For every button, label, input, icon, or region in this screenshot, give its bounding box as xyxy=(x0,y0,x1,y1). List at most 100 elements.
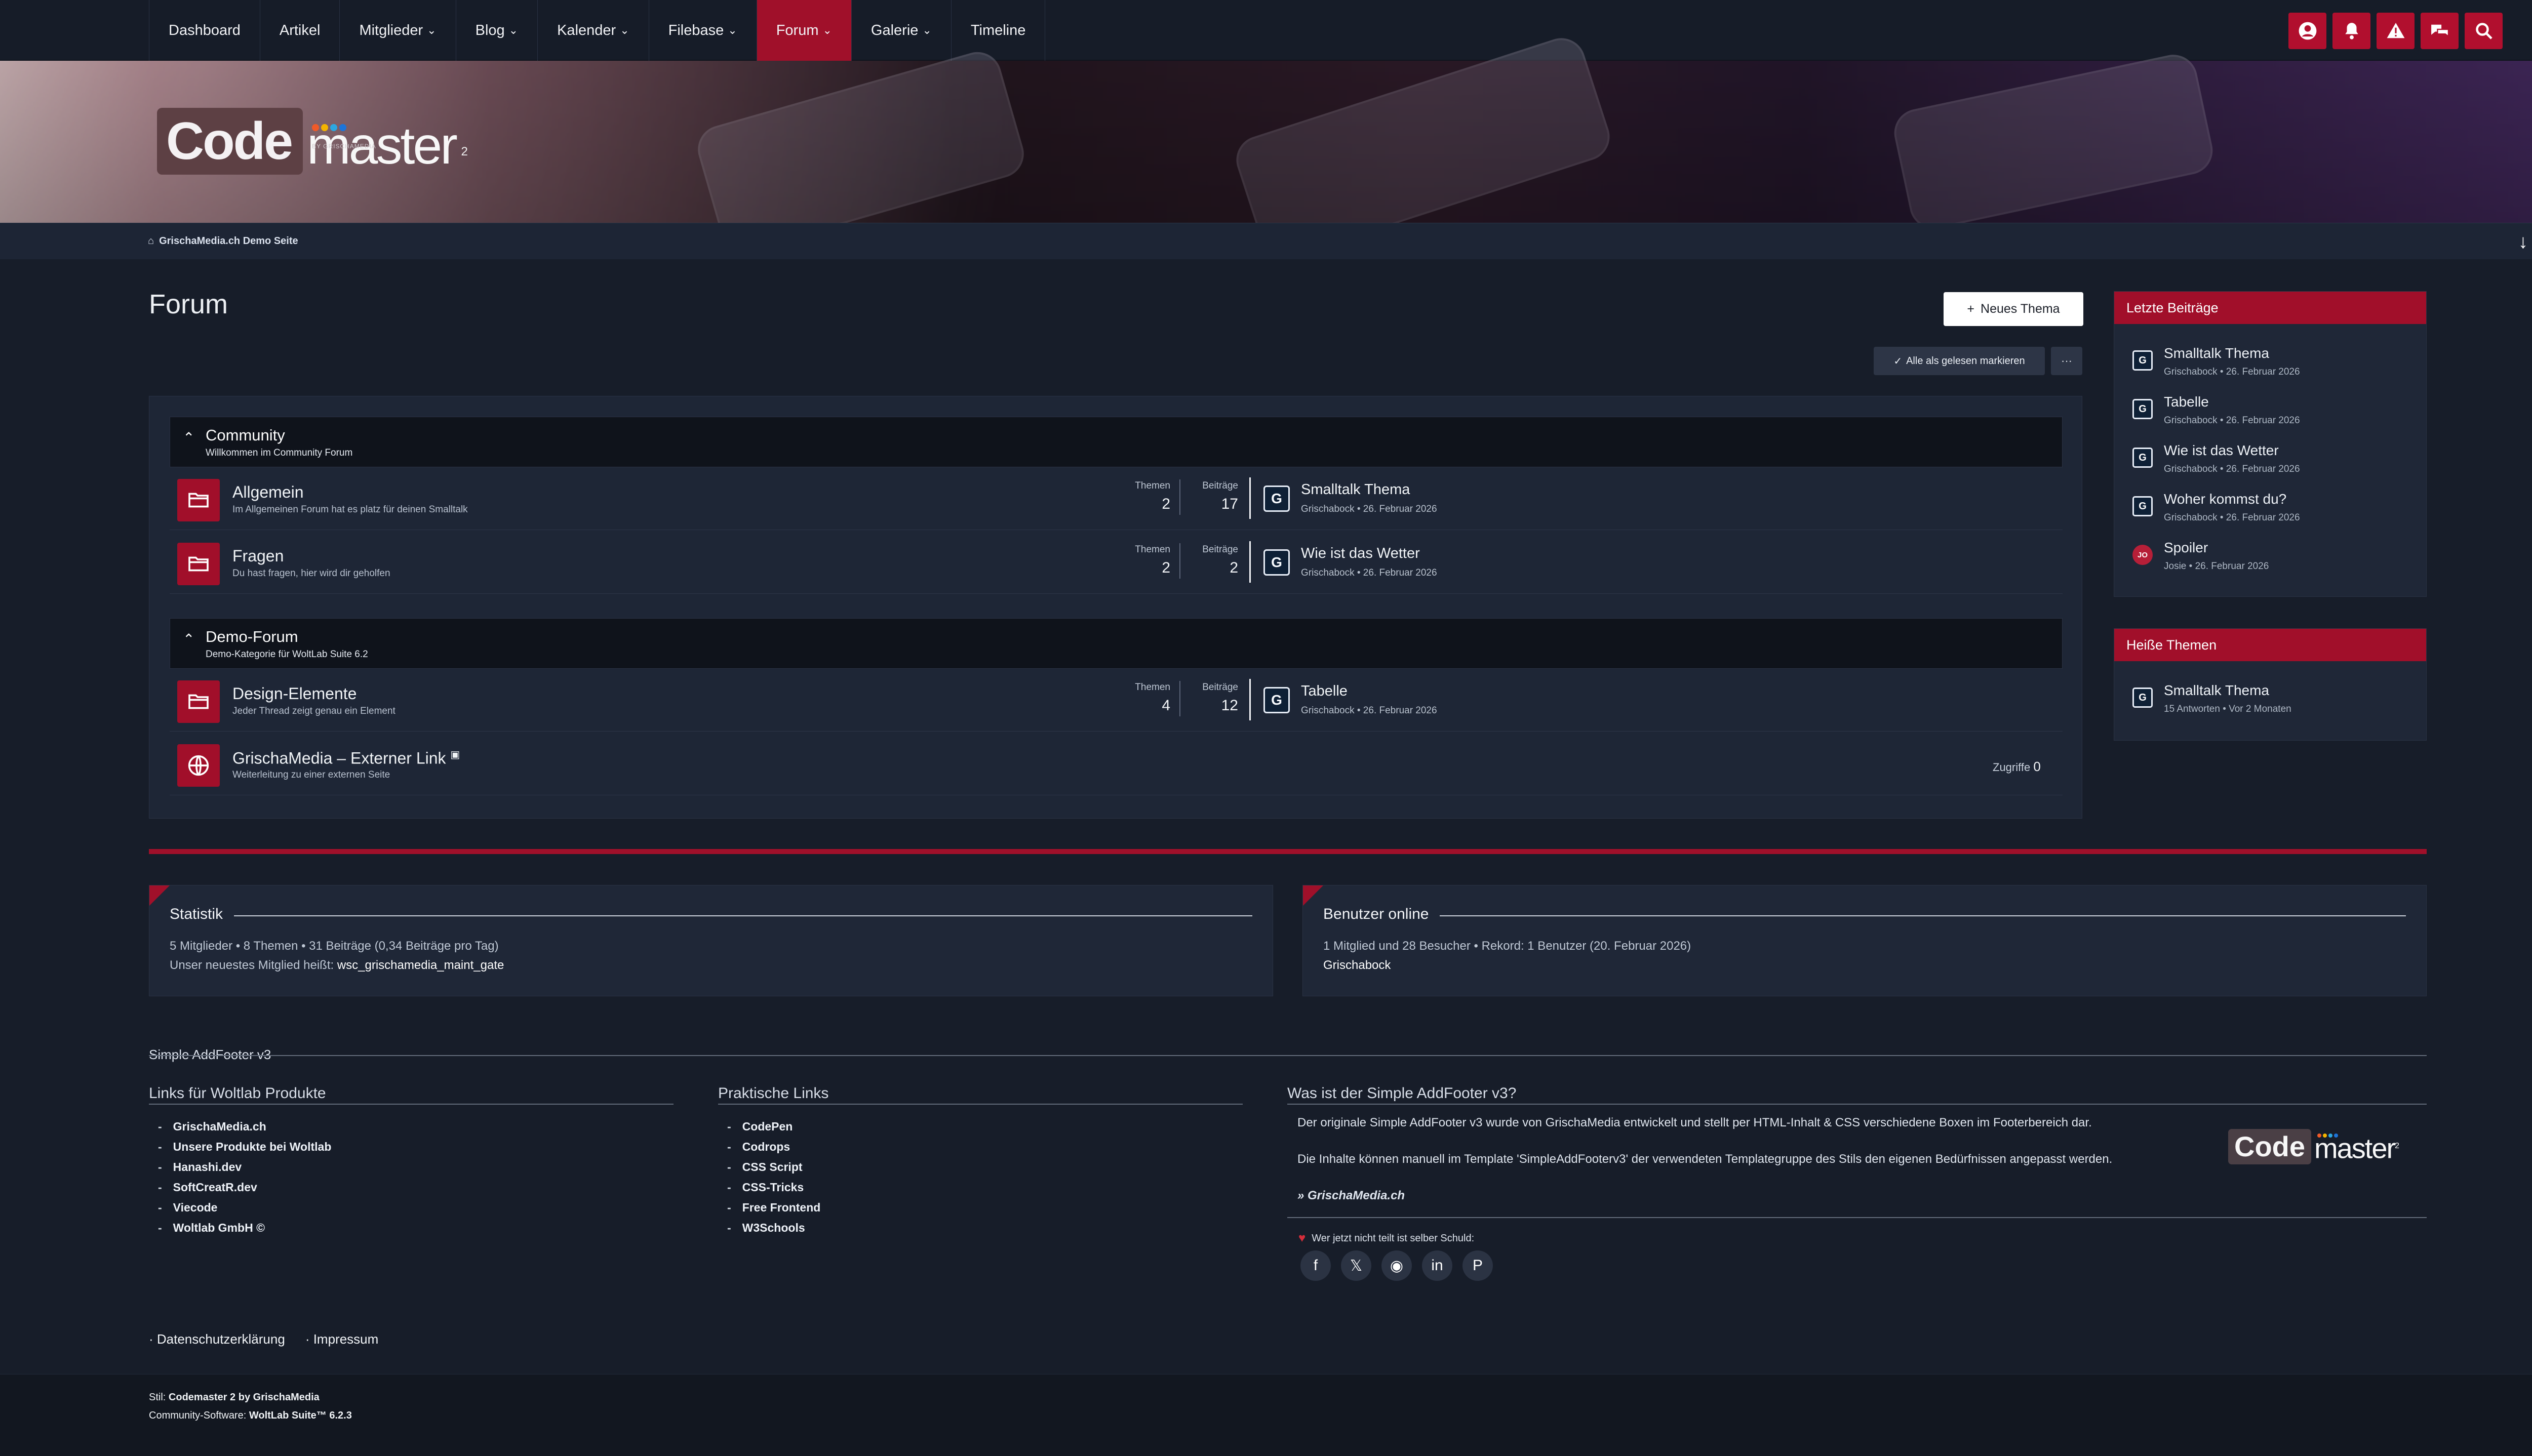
notifications-button[interactable] xyxy=(2332,13,2370,49)
mark-all-read-button[interactable]: ✓ Alle als gelesen markieren xyxy=(1874,347,2045,375)
search-icon xyxy=(2475,23,2493,39)
latest-post-title[interactable]: Smalltalk Thema xyxy=(2164,345,2269,361)
user-avatar[interactable]: G xyxy=(2132,496,2153,516)
category-header-demo[interactable]: ⌃ Demo-Forum Demo-Kategorie für WoltLab … xyxy=(170,618,2063,669)
latest-post-title[interactable]: Wie ist das Wetter xyxy=(2164,442,2279,459)
scroll-down-icon[interactable]: ↓ xyxy=(2518,231,2528,253)
user-avatar[interactable]: JO xyxy=(2132,545,2153,565)
footer-link[interactable]: GrischaMedia.ch xyxy=(158,1116,331,1137)
menu-kalender[interactable]: Kalender ⌄ xyxy=(537,0,649,61)
online-user-link[interactable]: Grischabock xyxy=(1323,958,1391,973)
user-avatar[interactable]: G xyxy=(2132,350,2153,371)
newest-member-link[interactable]: wsc_grischamedia_maint_gate xyxy=(337,958,504,972)
menu-label: Galerie xyxy=(871,22,919,38)
search-button[interactable] xyxy=(2465,13,2503,49)
pinterest-icon[interactable]: P xyxy=(1462,1250,1493,1281)
user-avatar[interactable]: G xyxy=(2132,687,2153,708)
chevron-up-icon[interactable]: ⌃ xyxy=(183,631,194,648)
site-logo[interactable]: Code master 2 BY GRISCHAMEDIA xyxy=(157,108,468,175)
title-rule xyxy=(1323,915,2406,916)
latest-post-item[interactable]: G Tabelle Grischabock • 26. Februar 2026 xyxy=(2132,394,2416,437)
software-link[interactable]: WoltLab Suite™ 6.2.3 xyxy=(249,1410,352,1421)
menu-mitglieder[interactable]: Mitglieder ⌄ xyxy=(339,0,455,61)
latest-post-item[interactable]: JO Spoiler Josie • 26. Februar 2026 xyxy=(2132,540,2416,583)
imprint-label: Impressum xyxy=(313,1331,379,1347)
footer-link[interactable]: W3Schools xyxy=(727,1218,820,1238)
moderation-button[interactable] xyxy=(2377,13,2415,49)
menu-artikel[interactable]: Artikel xyxy=(259,0,340,61)
conversations-button[interactable] xyxy=(2421,13,2459,49)
stat-label: Beiträge xyxy=(1202,544,1238,555)
reddit-icon[interactable]: ◉ xyxy=(1381,1250,1412,1281)
newest-member-line: Unser neuestes Mitglied heißt: wsc_grisc… xyxy=(170,958,504,973)
last-post-title[interactable]: Tabelle xyxy=(1301,683,1348,700)
chevron-down-icon: ⌄ xyxy=(508,24,519,36)
chevron-up-icon[interactable]: ⌃ xyxy=(183,429,194,446)
latest-post-item[interactable]: G Smalltalk Thema Grischabock • 26. Februa… xyxy=(2132,345,2416,389)
social-share-buttons: f 𝕏 ◉ in P xyxy=(1300,1250,1493,1281)
stat-value: 17 xyxy=(1221,496,1238,512)
section-divider xyxy=(149,849,2427,854)
menu-galerie[interactable]: Galerie ⌄ xyxy=(851,0,951,61)
footer-link[interactable]: SoftCreatR.dev xyxy=(158,1177,331,1197)
latest-post-item[interactable]: G Wie ist das Wetter Grischabock • 26. Feb… xyxy=(2132,442,2416,486)
privacy-label: Datenschutzerklärung xyxy=(156,1331,285,1347)
latest-post-title[interactable]: Tabelle xyxy=(2164,394,2209,410)
column-rule xyxy=(1287,1104,2427,1105)
board-title: Fragen xyxy=(232,547,284,565)
user-menu-button[interactable] xyxy=(2288,13,2326,49)
latest-post-item[interactable]: G Woher kommst du? Grischabock • 26. Febru… xyxy=(2132,491,2416,535)
hot-topic-title[interactable]: Smalltalk Thema xyxy=(2164,682,2269,699)
external-link-title: GrischaMedia – Externer Link xyxy=(232,749,446,767)
footer-link[interactable]: CSS-Tricks xyxy=(727,1177,820,1197)
board-fragen[interactable]: Fragen Du hast fragen, hier wird dir geh… xyxy=(170,531,2063,594)
hot-topic-item[interactable]: G Smalltalk Thema 15 Antworten • Vor 2 Mon… xyxy=(2132,682,2416,726)
user-avatar[interactable]: G xyxy=(1263,486,1290,512)
footer-link[interactable]: Woltlab GmbH © xyxy=(158,1218,331,1238)
privacy-link[interactable]: · Datenschutzerklärung xyxy=(149,1331,285,1347)
menu-blog[interactable]: Blog ⌄ xyxy=(455,0,537,61)
menu-timeline[interactable]: Timeline xyxy=(951,0,1046,61)
menu-forum[interactable]: Forum ⌄ xyxy=(756,0,851,61)
footer-logo-superscript: 2 xyxy=(2395,1142,2399,1151)
statistics-title: Statistik xyxy=(170,906,234,923)
footer-link[interactable]: Codrops xyxy=(727,1137,820,1157)
x-icon[interactable]: 𝕏 xyxy=(1341,1250,1371,1281)
grischamedia-link[interactable]: » GrischaMedia.ch xyxy=(1297,1189,1405,1203)
user-avatar[interactable]: G xyxy=(2132,448,2153,468)
board-design-elemente[interactable]: Design-Elemente Jeder Thread zeigt genau… xyxy=(170,669,2063,732)
breadcrumb[interactable]: ⌂ GrischaMedia.ch Demo Seite xyxy=(148,235,298,247)
style-link[interactable]: Codemaster 2 by GrischaMedia xyxy=(169,1392,320,1403)
more-options-button[interactable]: ··· xyxy=(2051,347,2082,375)
latest-post-title[interactable]: Woher kommst du? xyxy=(2164,491,2286,507)
footer-link[interactable]: Free Frontend xyxy=(727,1197,821,1218)
user-avatar[interactable]: G xyxy=(1263,687,1290,713)
board-external-link[interactable]: GrischaMedia – Externer Link ▣ Weiterlei… xyxy=(170,733,2063,795)
linkedin-icon[interactable]: in xyxy=(1422,1250,1452,1281)
footer-link[interactable]: Hanashi.dev xyxy=(158,1157,331,1177)
menu-filebase[interactable]: Filebase ⌄ xyxy=(648,0,757,61)
user-avatar[interactable]: G xyxy=(2132,399,2153,419)
software-copyright: Community-Software: WoltLab Suite™ 6.2.3 xyxy=(149,1410,352,1422)
statistics-summary: 5 Mitglieder • 8 Themen • 31 Beiträge (0… xyxy=(170,939,499,953)
last-post-title[interactable]: Wie ist das Wetter xyxy=(1301,545,1420,562)
footer-link[interactable]: CSS Script xyxy=(727,1157,820,1177)
warning-icon xyxy=(2387,23,2404,38)
user-avatar[interactable]: G xyxy=(1263,549,1290,576)
menu-dashboard[interactable]: Dashboard xyxy=(149,0,260,61)
category-subtitle: Willkommen im Community Forum xyxy=(206,448,353,458)
latest-post-title[interactable]: Spoiler xyxy=(2164,540,2208,556)
imprint-link[interactable]: · Impressum xyxy=(305,1331,378,1347)
footer-link[interactable]: Viecode xyxy=(158,1197,331,1218)
last-post-title[interactable]: Smalltalk Thema xyxy=(1301,481,1410,498)
footer-column-title: Was ist der Simple AddFooter v3? xyxy=(1287,1085,1517,1102)
category-header-community[interactable]: ⌃ Community Willkommen im Community Foru… xyxy=(170,417,2063,467)
themen-stat: Themen 4 xyxy=(1132,682,1170,714)
footer-link[interactable]: Unsere Produkte bei Woltlab xyxy=(158,1137,332,1157)
page-title: Forum xyxy=(149,289,228,319)
facebook-icon[interactable]: f xyxy=(1300,1250,1331,1281)
board-allgemein[interactable]: Allgemein Im Allgemeinen Forum hat es pl… xyxy=(170,467,2063,530)
footer-link[interactable]: CodePen xyxy=(727,1116,820,1137)
new-topic-button[interactable]: + Neues Thema xyxy=(1944,292,2083,326)
chevron-down-icon: ⌄ xyxy=(922,24,932,36)
